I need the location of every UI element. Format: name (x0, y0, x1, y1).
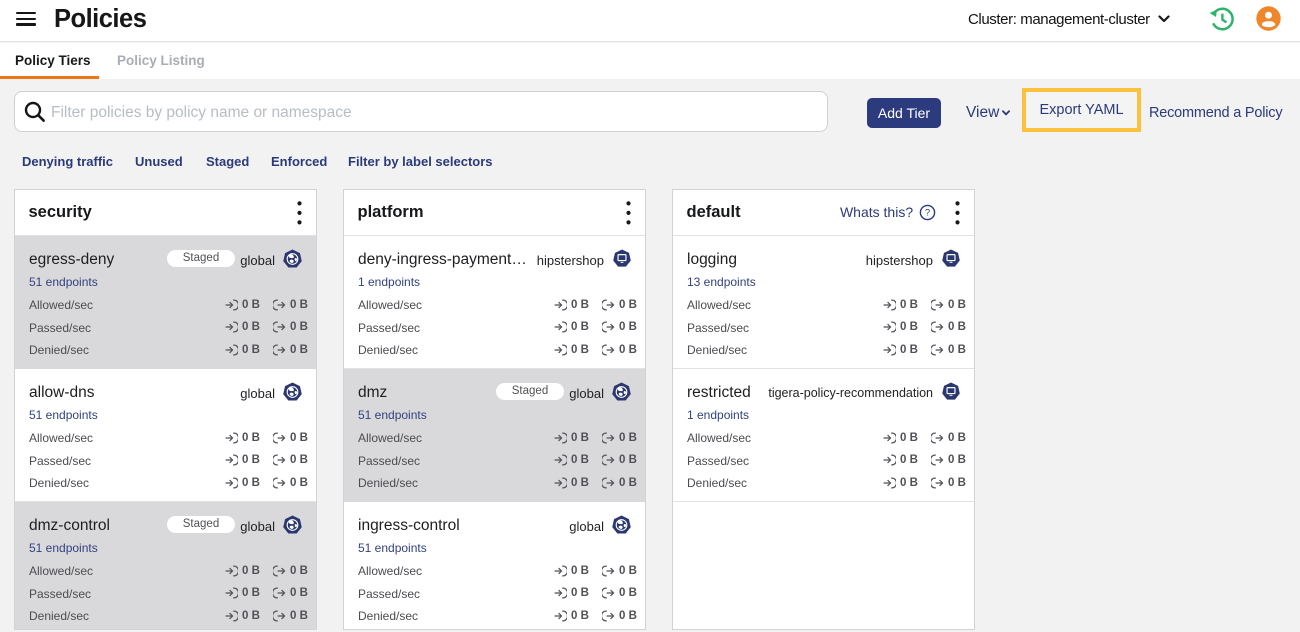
svg-text:?: ? (925, 207, 930, 218)
